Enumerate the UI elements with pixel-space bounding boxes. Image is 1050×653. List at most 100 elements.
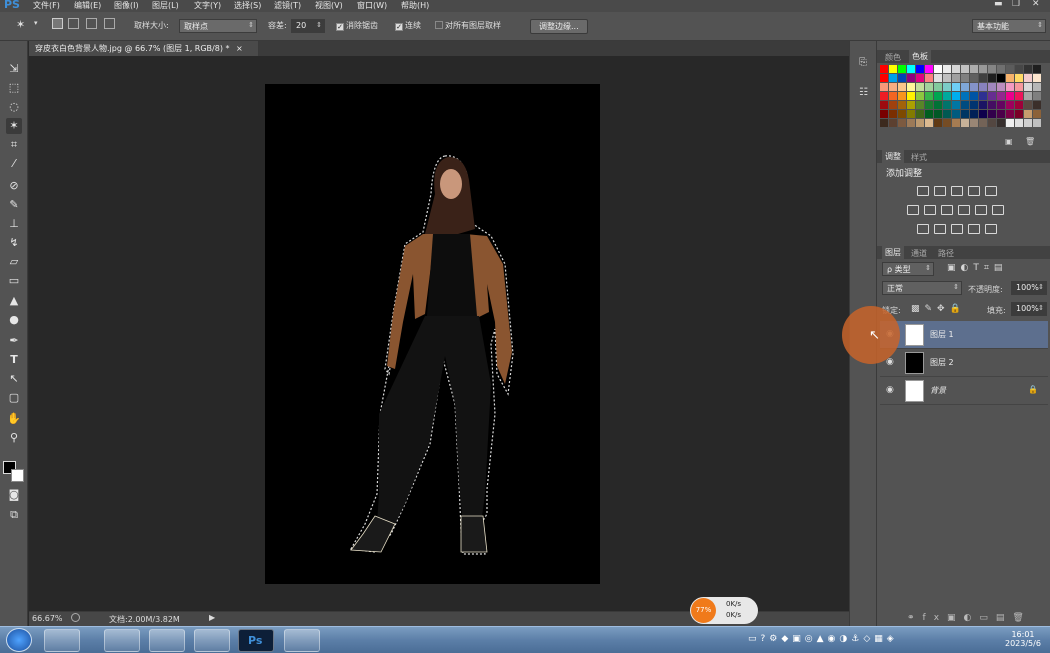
color-swatch[interactable]: [1006, 92, 1014, 100]
taskbar-app-1[interactable]: [44, 629, 80, 652]
color-swatch[interactable]: [916, 65, 924, 73]
selective-color-icon[interactable]: [968, 224, 980, 234]
background-color-swatch[interactable]: [11, 469, 24, 482]
color-swatch[interactable]: [1024, 119, 1032, 127]
crop-tool-icon[interactable]: ⌗: [6, 137, 22, 153]
color-swatch[interactable]: [952, 101, 960, 109]
color-swatch[interactable]: [880, 83, 888, 91]
color-swatch[interactable]: [961, 119, 969, 127]
color-swatch[interactable]: [925, 65, 933, 73]
color-swatch[interactable]: [970, 65, 978, 73]
color-swatch[interactable]: [961, 92, 969, 100]
curves-icon[interactable]: [951, 186, 963, 196]
color-swatch[interactable]: [943, 110, 951, 118]
menu-item[interactable]: 编辑(E): [74, 0, 101, 11]
color-swatch[interactable]: [970, 83, 978, 91]
history-brush-tool-icon[interactable]: ↯: [6, 235, 22, 251]
color-swatch[interactable]: [916, 92, 924, 100]
color-swatch[interactable]: [970, 110, 978, 118]
color-swatch[interactable]: [880, 119, 888, 127]
color-swatch[interactable]: [934, 83, 942, 91]
color-swatch[interactable]: [1024, 110, 1032, 118]
color-swatch[interactable]: [1015, 83, 1023, 91]
antialias-checkbox[interactable]: ✓ 消除锯齿: [336, 20, 378, 31]
color-swatch[interactable]: [997, 74, 1005, 82]
properties-panel-icon[interactable]: ☷: [859, 87, 868, 98]
color-swatch[interactable]: [925, 101, 933, 109]
screen-mode-icon[interactable]: ⧉: [6, 507, 22, 523]
layer-row[interactable]: ◉ 背景 🔒: [880, 377, 1048, 405]
fill-input[interactable]: 100%: [1011, 302, 1047, 316]
color-swatch[interactable]: [934, 101, 942, 109]
color-swatch[interactable]: [1015, 119, 1023, 127]
color-swatch[interactable]: [943, 65, 951, 73]
color-swatch[interactable]: [916, 119, 924, 127]
menu-item[interactable]: 文字(Y): [194, 0, 221, 11]
color-swatch[interactable]: [907, 92, 915, 100]
color-swatch[interactable]: [979, 92, 987, 100]
color-swatch[interactable]: [925, 119, 933, 127]
color-swatch[interactable]: [916, 74, 924, 82]
menu-item[interactable]: 视图(V): [315, 0, 343, 11]
color-swatch[interactable]: [943, 83, 951, 91]
menu-item[interactable]: 帮助(H): [401, 0, 429, 11]
workspace-select[interactable]: 基本功能: [972, 19, 1046, 33]
menu-item[interactable]: 滤镜(T): [274, 0, 301, 11]
zoom-tool-icon[interactable]: ⚲: [6, 430, 22, 446]
color-swatch[interactable]: [1024, 65, 1032, 73]
status-menu-arrow-icon[interactable]: ▶: [209, 613, 215, 622]
tab-layers[interactable]: 图层: [882, 246, 904, 259]
tab-channels[interactable]: 通道: [911, 248, 927, 259]
color-swatch[interactable]: [1033, 110, 1041, 118]
color-swatch[interactable]: [979, 83, 987, 91]
color-balance-icon[interactable]: [924, 205, 936, 215]
color-swatch[interactable]: [934, 65, 942, 73]
menu-item[interactable]: 窗口(W): [357, 0, 387, 11]
history-panel-icon[interactable]: ⎘: [859, 57, 867, 68]
color-swatch[interactable]: [943, 101, 951, 109]
color-swatch[interactable]: [979, 65, 987, 73]
color-swatch[interactable]: [889, 65, 897, 73]
color-swatch[interactable]: [1015, 65, 1023, 73]
color-swatch[interactable]: [880, 101, 888, 109]
color-swatch[interactable]: [1006, 83, 1014, 91]
color-swatch[interactable]: [997, 92, 1005, 100]
status-info-icon[interactable]: [71, 613, 80, 622]
vibrance-icon[interactable]: [985, 186, 997, 196]
color-swatch[interactable]: [880, 110, 888, 118]
color-swatch[interactable]: [907, 101, 915, 109]
color-swatch[interactable]: [1006, 65, 1014, 73]
color-swatch[interactable]: [952, 74, 960, 82]
color-swatch[interactable]: [889, 92, 897, 100]
blur-tool-icon[interactable]: ▲: [6, 293, 22, 309]
color-swatch[interactable]: [1024, 101, 1032, 109]
system-tray-icons[interactable]: ▭?⚙◆▣◎▲◉◑⚓◇▦◈: [748, 634, 898, 644]
taskbar-app-2[interactable]: [104, 629, 140, 652]
tab-paths[interactable]: 路径: [938, 248, 954, 259]
exposure-icon[interactable]: [968, 186, 980, 196]
color-swatch[interactable]: [898, 92, 906, 100]
color-swatch[interactable]: [925, 74, 933, 82]
menu-item[interactable]: 选择(S): [234, 0, 261, 11]
move-tool-icon[interactable]: ⇲: [6, 61, 22, 77]
eyedropper-tool-icon[interactable]: ⁄: [6, 156, 22, 172]
taskbar-photoshop-icon[interactable]: Ps: [238, 629, 274, 652]
color-swatch[interactable]: [880, 65, 888, 73]
hue-saturation-icon[interactable]: [907, 205, 919, 215]
magic-wand-tool-icon[interactable]: ✶: [6, 118, 22, 134]
contiguous-checkbox[interactable]: ✓ 连续: [395, 20, 421, 31]
tab-swatches[interactable]: 色板: [909, 50, 931, 63]
brush-tool-icon[interactable]: ✎: [6, 197, 22, 213]
threshold-icon[interactable]: [951, 224, 963, 234]
all-layers-checkbox[interactable]: 对所有图层取样: [435, 20, 501, 31]
color-swatch[interactable]: [889, 83, 897, 91]
menu-item[interactable]: 文件(F): [33, 0, 60, 11]
color-swatch[interactable]: [1033, 101, 1041, 109]
layer-kind-filter[interactable]: ρ 类型: [882, 262, 934, 276]
close-button[interactable]: ✕: [1032, 0, 1040, 9]
color-swatch[interactable]: [1006, 119, 1014, 127]
color-swatch[interactable]: [889, 119, 897, 127]
color-swatch[interactable]: [988, 74, 996, 82]
channel-mixer-icon[interactable]: [975, 205, 987, 215]
tab-adjustments[interactable]: 调整: [882, 150, 904, 163]
